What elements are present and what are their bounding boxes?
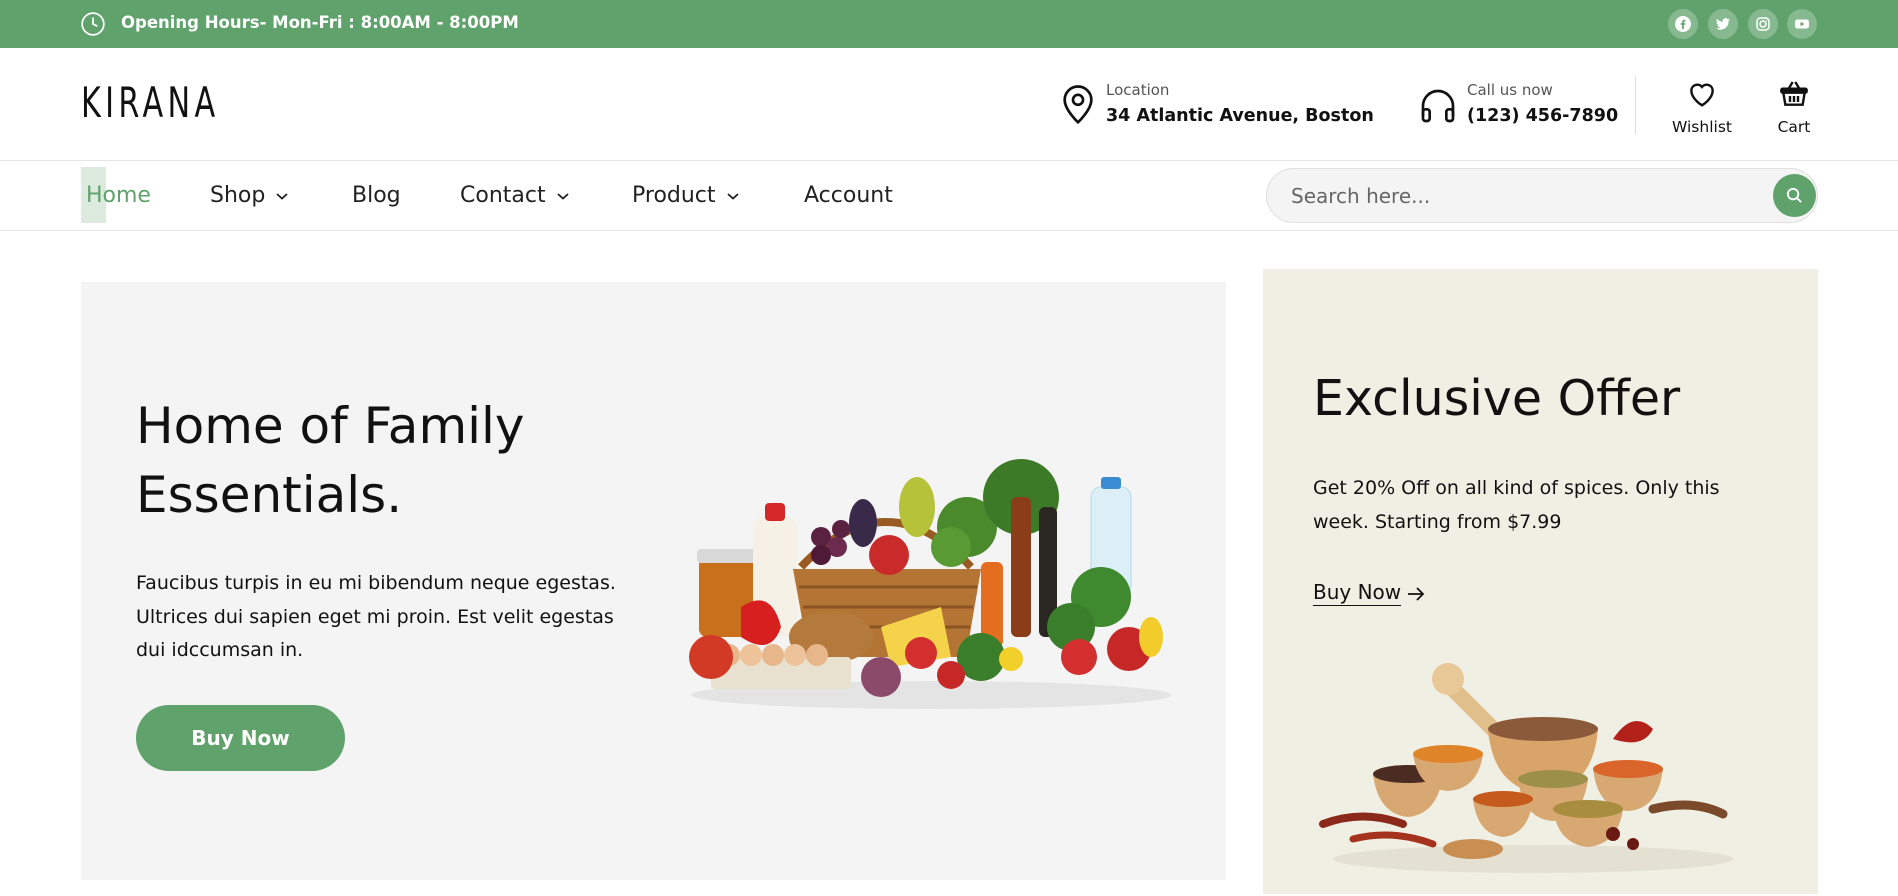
location-label: Location [1106,81,1170,99]
chevron-down-icon [726,193,739,200]
grocery-basket-image [689,459,1171,709]
headphones-icon [1421,89,1455,123]
spices-image [1319,663,1733,873]
arrow-right-icon [1408,586,1425,601]
wishlist-label: Wishlist [1672,118,1732,136]
clock-icon [81,12,105,36]
basket-icon [1780,81,1808,106]
wishlist-button[interactable]: Wishlist [1662,76,1742,146]
nav-item-product[interactable]: Product [632,181,740,211]
location-value: 34 Atlantic Avenue, Boston [1106,106,1374,126]
offer-buy-now-link[interactable]: Buy Now [1313,579,1427,606]
twitter-icon[interactable] [1708,9,1738,39]
hero-banner: Home of Family Essentials. Faucibus turp… [81,282,1226,880]
phone-label: Call us now [1467,81,1553,99]
chevron-down-icon [556,193,569,200]
hero-description: Faucibus turpis in eu mi bibendum neque … [136,572,616,661]
heart-icon [1690,83,1714,107]
cart-label: Cart [1777,118,1811,136]
location-pin-icon [1063,85,1093,125]
search-button[interactable] [1773,174,1816,217]
exclusive-offer-card: Exclusive Offer Get 20% Off on all kind … [1263,269,1818,894]
search-icon [1786,187,1802,203]
search-bar [1266,168,1818,223]
youtube-icon[interactable] [1787,9,1817,39]
header-divider [1635,76,1636,134]
top-bar: Opening Hours- Mon-Fri : 8:00AM - 8:00PM [0,0,1898,48]
search-input[interactable] [1291,181,1731,211]
nav-item-blog[interactable]: Blog [352,181,401,211]
cart-button[interactable]: Cart [1754,76,1834,146]
instagram-icon[interactable] [1748,9,1778,39]
nav-item-account[interactable]: Account [804,181,893,211]
nav-item-home[interactable]: Home [86,181,151,211]
phone-value[interactable]: (123) 456-7890 [1467,105,1618,127]
offer-title: Exclusive Offer [1313,370,1681,427]
opening-hours: Opening Hours- Mon-Fri : 8:00AM - 8:00PM [121,13,519,32]
chevron-down-icon [276,193,288,200]
nav-item-contact[interactable]: Contact [460,181,570,211]
facebook-icon[interactable] [1668,9,1698,39]
hero-buy-now-button[interactable]: Buy Now [136,705,345,771]
main-nav: Home Shop Blog Contact Product Account [0,161,1898,231]
nav-item-shop[interactable]: Shop [210,181,289,211]
hero-title: Home of Family Essentials. [136,397,525,524]
site-logo[interactable]: KIRANA [81,80,219,126]
offer-description: Get 20% Off on all kind of spices. Only … [1313,477,1720,533]
site-header: KIRANA Location 34 Atlantic Avenue, Bost… [0,48,1898,161]
